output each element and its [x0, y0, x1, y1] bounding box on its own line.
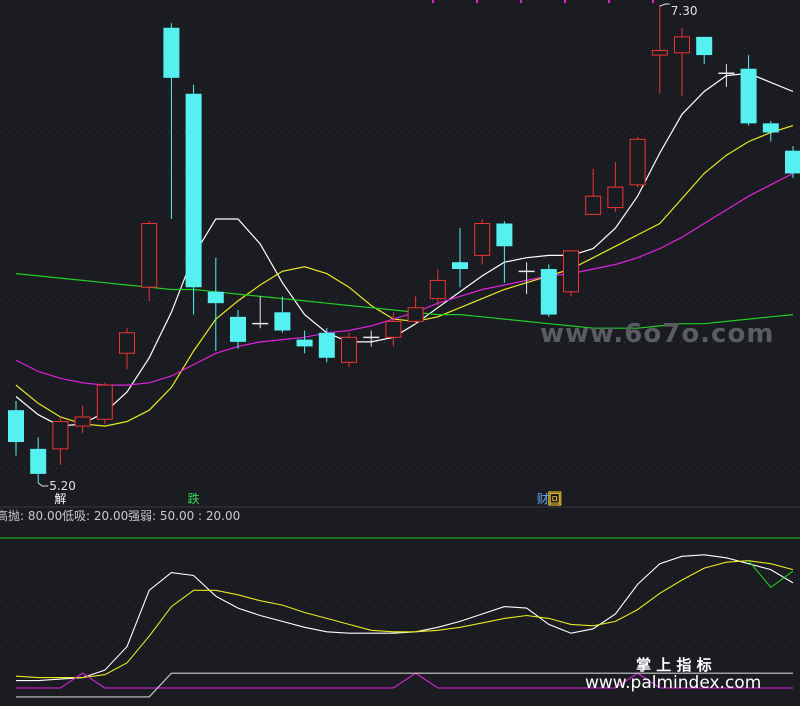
- candle-body: [452, 262, 468, 270]
- candle-body: [385, 320, 402, 338]
- candle-body: [474, 223, 491, 256]
- candle-body: [607, 186, 624, 209]
- event-marker: 回: [549, 492, 561, 506]
- candlestick-series: [8, 5, 800, 483]
- candle-body: [96, 384, 113, 420]
- legend-low-buy: 低吸: 20.00: [62, 509, 128, 523]
- top-tick-mark: [564, 0, 566, 3]
- candle-body: [407, 307, 424, 322]
- candle-body: [341, 336, 357, 363]
- indicator-legend: 高抛: 80.00 低吸: 20.00 强弱: 50.00 : 20.00: [0, 508, 240, 523]
- candle-body: [52, 421, 69, 450]
- candle-body: [141, 223, 158, 288]
- watermark-url-top: www.6o7o.com: [540, 319, 774, 349]
- top-tick-mark: [652, 0, 654, 3]
- high-price-label: 7.30: [671, 4, 698, 18]
- top-tick-mark: [608, 0, 610, 3]
- legend-strength: 强弱: 50.00 : 20.00: [128, 509, 240, 523]
- event-marker: 跌: [188, 491, 200, 506]
- candle-body: [119, 332, 135, 354]
- stock-chart: 解 跌 财回 高抛: 80.00 低吸: 20.00 强弱: 50.00 : 20.…: [0, 0, 800, 698]
- candle-body: [296, 339, 313, 347]
- candle-body: [696, 36, 713, 56]
- watermark-cn: 掌 上 指 标: [636, 656, 712, 674]
- high-price-pointer: [659, 3, 670, 7]
- candle-body: [274, 312, 291, 331]
- event-marker: 解: [54, 492, 66, 506]
- low-price-pointer: [37, 482, 49, 487]
- candle-body: [651, 50, 668, 56]
- candle-body: [740, 68, 757, 124]
- candle-body: [629, 138, 646, 186]
- top-tick-mark: [520, 0, 522, 3]
- moving-average-line: [15, 72, 794, 427]
- watermark-top: www.6o7o.com: [540, 319, 774, 349]
- top-tick-mark: [476, 0, 478, 3]
- legend-high-throw: 高抛: 80.00: [0, 508, 62, 523]
- candle-body: [563, 250, 579, 293]
- candle-body: [185, 93, 202, 288]
- candle-body: [207, 291, 224, 304]
- candle-body: [230, 316, 246, 342]
- watermark-bottom: 掌 上 指 标 www.palmindex.com: [585, 656, 761, 693]
- moving-average-line: [15, 125, 794, 427]
- candle-body: [163, 27, 180, 78]
- candle-body: [74, 416, 91, 427]
- candle-body: [674, 36, 690, 54]
- low-price-label: 5.20: [49, 479, 76, 493]
- candle-body: [785, 150, 800, 174]
- candle-body: [496, 223, 513, 247]
- candle-body: [540, 269, 557, 315]
- candle-body: [8, 410, 24, 443]
- event-marker: 财: [537, 492, 549, 506]
- moving-average-lines: [15, 72, 794, 427]
- candle-body: [30, 448, 47, 474]
- top-tick-mark: [432, 0, 434, 3]
- indicator-line: [748, 560, 794, 589]
- candle-body: [585, 195, 602, 215]
- watermark-url-bottom: www.palmindex.com: [585, 673, 761, 693]
- candle-body: [429, 279, 446, 300]
- candle-body: [318, 332, 335, 358]
- candle-body: [762, 123, 779, 133]
